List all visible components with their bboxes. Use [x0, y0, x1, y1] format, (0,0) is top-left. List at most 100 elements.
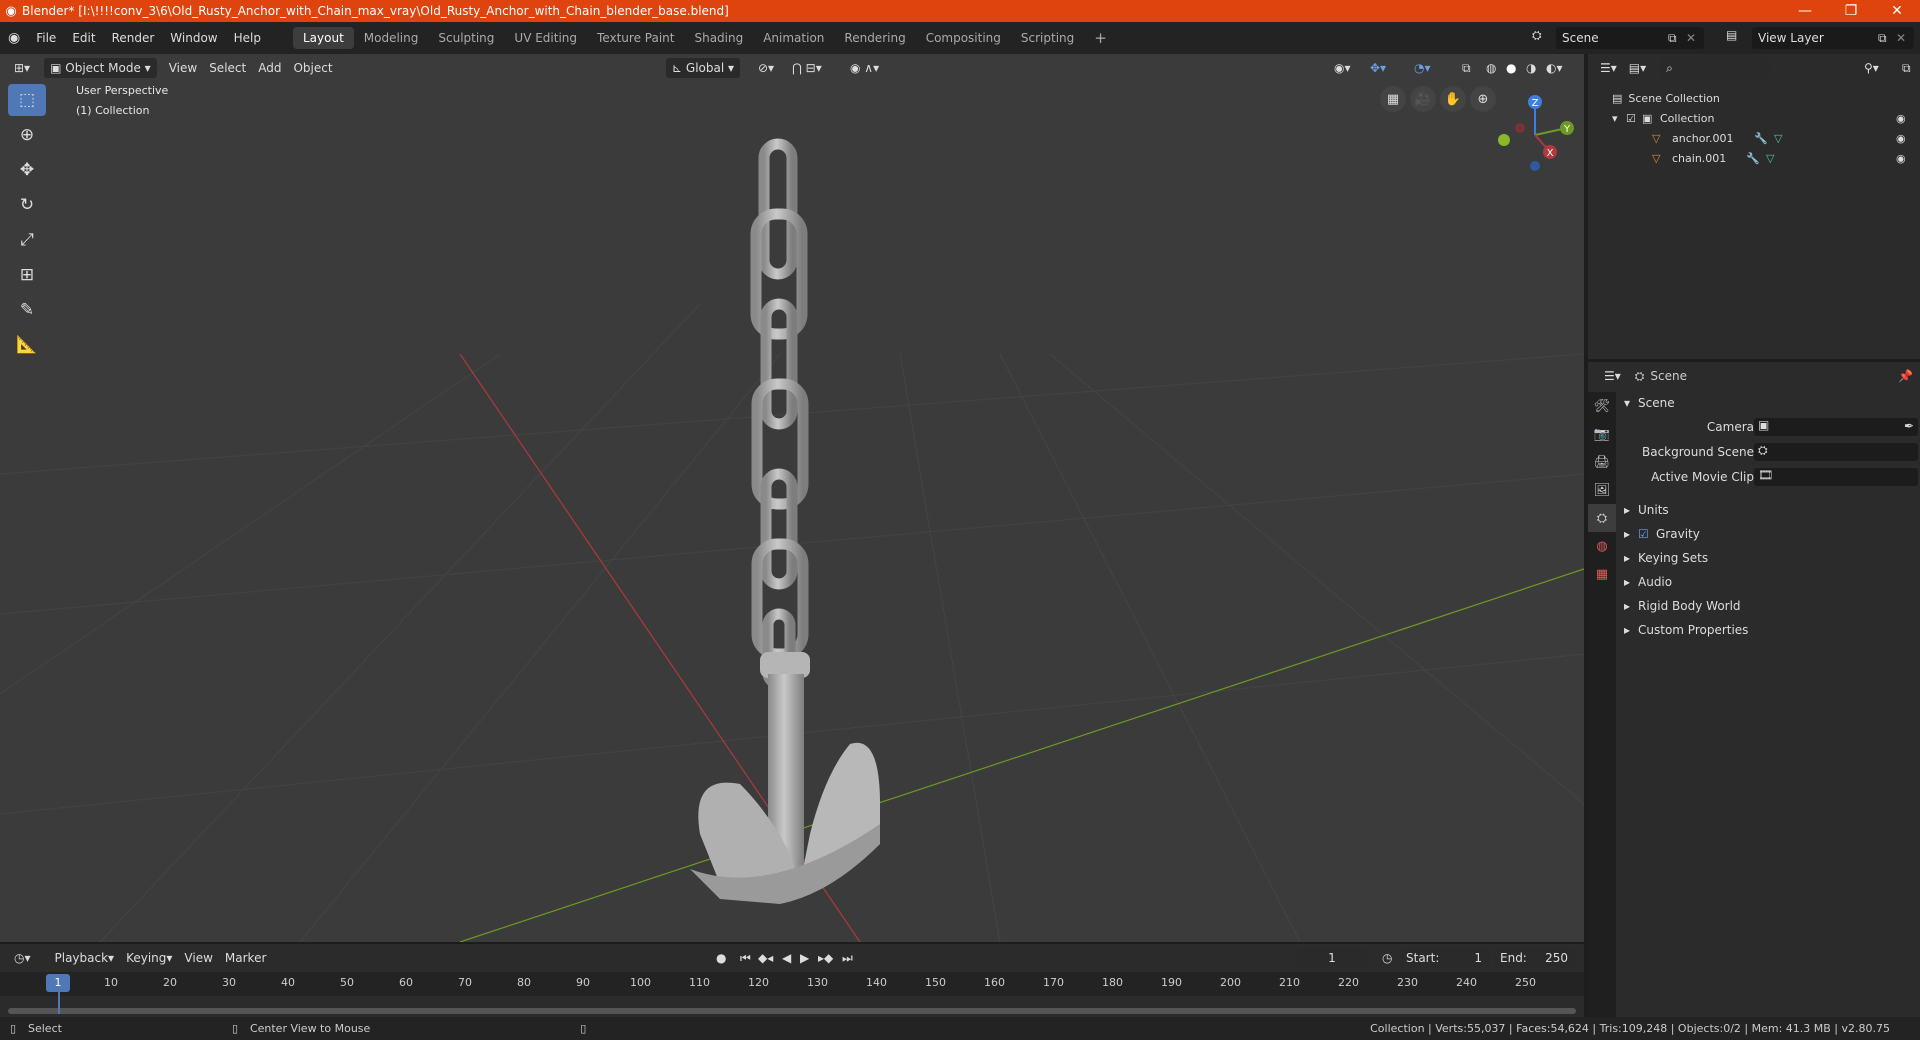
eyedropper-icon[interactable]: ✒ — [1904, 419, 1914, 433]
pivot-point-icon[interactable]: ⊘▾ — [752, 58, 780, 78]
view-menu[interactable]: View — [178, 948, 218, 968]
3d-viewport[interactable]: ⊞▾ ▣ Object Mode ▾ View Select Add Objec… — [0, 54, 1584, 942]
playback-menu[interactable]: Playback▾ — [49, 948, 121, 968]
gravity-panel-header[interactable]: ▸ ☑ Gravity — [1624, 523, 1920, 545]
modifier-icon[interactable]: 🔧 — [1746, 152, 1760, 165]
toggle-ortho-icon[interactable]: ▦ — [1380, 86, 1406, 112]
scene-panel-header[interactable]: ▾ Scene — [1624, 392, 1920, 414]
properties-editor-type-icon[interactable]: ☰▾ — [1598, 366, 1627, 386]
start-frame-field[interactable]: Start: 1 — [1400, 948, 1490, 968]
tab-layout[interactable]: Layout — [292, 27, 354, 49]
add-workspace-icon[interactable]: + — [1084, 27, 1117, 49]
rotate-tool-icon[interactable]: ↻ — [8, 189, 46, 221]
preview-range-icon[interactable]: ◷ — [1376, 948, 1398, 968]
view-layer-tab-icon[interactable]: 🖼 — [1588, 476, 1616, 504]
minimize-button[interactable]: — — [1782, 3, 1828, 19]
units-panel-header[interactable]: ▸ Units — [1624, 499, 1920, 521]
keying-menu[interactable]: Keying▾ — [120, 948, 178, 968]
visibility-eye-icon[interactable]: ◉ — [1896, 112, 1906, 125]
expand-arrow-icon[interactable]: ▾ — [1612, 112, 1626, 125]
exclude-checkbox[interactable]: ☑ — [1626, 112, 1642, 125]
keying-sets-panel-header[interactable]: ▸ Keying Sets — [1624, 547, 1920, 569]
menu-render[interactable]: Render — [104, 31, 163, 45]
world-tab-icon[interactable]: ◍ — [1588, 532, 1616, 560]
proportional-edit-icon[interactable]: ◉ ∧▾ — [844, 58, 885, 78]
add-menu[interactable]: Add — [252, 58, 287, 78]
custom-properties-panel-header[interactable]: ▸ Custom Properties — [1624, 619, 1920, 641]
current-frame-field[interactable]: 1 — [1296, 948, 1368, 968]
tab-rendering[interactable]: Rendering — [834, 27, 915, 49]
new-view-layer-icon[interactable]: ⧉ — [1878, 31, 1896, 46]
cursor-tool-icon[interactable]: ⊕ — [8, 119, 46, 151]
outliner-row-anchor[interactable]: ▽ anchor.001 🔧 ▽ ◉ — [1588, 128, 1920, 148]
menu-file[interactable]: File — [28, 31, 64, 45]
view-layer-icon[interactable]: ▤ — [1718, 28, 1745, 42]
outliner-row-chain[interactable]: ▽ chain.001 🔧 ▽ ◉ — [1588, 148, 1920, 168]
overlays-toggle-icon[interactable]: ◔▾ — [1408, 58, 1437, 78]
transform-tool-icon[interactable]: ⊞ — [8, 259, 46, 291]
maximize-button[interactable]: ❐ — [1828, 3, 1874, 19]
tab-scripting[interactable]: Scripting — [1011, 27, 1084, 49]
mesh-data-icon[interactable]: ▽ — [1774, 132, 1782, 145]
visibility-icon[interactable]: ◉▾ — [1328, 58, 1357, 78]
transform-orientation-selector[interactable]: ⊾ Global ▾ — [666, 58, 741, 78]
menu-help[interactable]: Help — [226, 31, 269, 45]
background-scene-field[interactable]: ⛭ — [1754, 443, 1918, 461]
move-tool-icon[interactable]: ✥ — [8, 154, 46, 186]
record-button-icon[interactable]: ● — [710, 948, 732, 968]
scene-type-icon[interactable]: ⛭ — [1524, 28, 1550, 43]
render-tab-icon[interactable]: 📷 — [1588, 420, 1616, 448]
scene-tab-icon[interactable]: ⛭ — [1588, 504, 1616, 532]
snap-icon[interactable]: ⋂ ⊟▾ — [786, 58, 828, 78]
gravity-checkbox[interactable]: ☑ — [1638, 527, 1656, 541]
timeline-editor-type-icon[interactable]: ◷▾ — [8, 948, 37, 968]
view-menu[interactable]: View — [163, 58, 203, 78]
scene-selector[interactable]: Scene ⧉ ✕ — [1556, 27, 1704, 49]
new-collection-icon[interactable]: ⧉ — [1896, 58, 1917, 78]
new-scene-icon[interactable]: ⧉ — [1668, 31, 1686, 46]
jump-end-icon[interactable]: ⏭ — [836, 948, 859, 968]
visibility-eye-icon[interactable]: ◉ — [1896, 132, 1906, 145]
mode-selector[interactable]: ▣ Object Mode ▾ — [44, 58, 157, 78]
outliner-row-scene-collection[interactable]: ▤ Scene Collection — [1588, 88, 1920, 108]
delete-scene-icon[interactable]: ✕ — [1686, 31, 1704, 45]
tab-compositing[interactable]: Compositing — [916, 27, 1011, 49]
outliner-editor-type-icon[interactable]: ☰▾ — [1594, 58, 1623, 78]
pan-view-icon[interactable]: ✋ — [1440, 86, 1466, 112]
rendered-shading-icon[interactable]: ◐▾ — [1540, 58, 1569, 78]
outliner-panel[interactable]: ☰▾ ▤▾ ⌕ ⚲▾ ⧉ ▤ Scene Collection ▾ ☑ ▣ Co… — [1588, 54, 1920, 359]
tool-tab-icon[interactable]: 🛠 — [1588, 392, 1616, 420]
output-tab-icon[interactable]: 🖨 — [1588, 448, 1616, 476]
editor-type-icon[interactable]: ⊞▾ — [8, 58, 36, 78]
blender-menu-icon[interactable]: ◉ — [0, 30, 28, 46]
menu-edit[interactable]: Edit — [64, 31, 103, 45]
timeline-editor[interactable]: ◷▾ Playback▾ Keying▾ View Marker ● ⏮ ◆◂ … — [0, 944, 1584, 1017]
display-mode-icon[interactable]: ▤▾ — [1623, 58, 1652, 78]
tab-sculpting[interactable]: Sculpting — [428, 27, 504, 49]
delete-view-layer-icon[interactable]: ✕ — [1896, 31, 1914, 45]
menu-window[interactable]: Window — [162, 31, 225, 45]
timeline-scrollbar[interactable] — [8, 1008, 1576, 1014]
navigation-gizmo[interactable]: Z Y X — [1495, 90, 1575, 180]
filter-icon[interactable]: ⚲▾ — [1858, 58, 1885, 78]
camera-field[interactable]: ▣ ✒ — [1754, 418, 1918, 436]
outliner-search-input[interactable]: ⌕ — [1660, 58, 1771, 78]
select-box-tool-icon[interactable]: ⬚ — [8, 84, 46, 116]
active-movie-clip-field[interactable]: 🎞 — [1754, 468, 1918, 486]
camera-view-icon[interactable]: 🎥 — [1410, 86, 1436, 112]
mesh-data-icon[interactable]: ▽ — [1766, 152, 1774, 165]
tab-uv-editing[interactable]: UV Editing — [504, 27, 587, 49]
annotate-tool-icon[interactable]: ✎ — [8, 294, 46, 326]
modifier-icon[interactable]: 🔧 — [1754, 132, 1768, 145]
tab-modeling[interactable]: Modeling — [354, 27, 429, 49]
pin-icon[interactable]: 📌 — [1898, 369, 1913, 383]
texture-tab-icon[interactable]: ▦ — [1588, 560, 1616, 588]
tab-texture-paint[interactable]: Texture Paint — [587, 27, 684, 49]
outliner-row-collection[interactable]: ▾ ☑ ▣ Collection ◉ — [1588, 108, 1920, 128]
object-menu[interactable]: Object — [287, 58, 338, 78]
gizmo-toggle-icon[interactable]: ✥▾ — [1364, 58, 1392, 78]
xray-toggle-icon[interactable]: ⧉ — [1456, 58, 1477, 78]
properties-panel[interactable]: ☰▾ ⛭ Scene 📌 🛠 📷 🖨 🖼 ⛭ ◍ ▦ ▾ Scene Camer… — [1588, 362, 1920, 1017]
scale-tool-icon[interactable]: ⤢ — [8, 224, 46, 256]
close-button[interactable]: ✕ — [1874, 3, 1920, 19]
